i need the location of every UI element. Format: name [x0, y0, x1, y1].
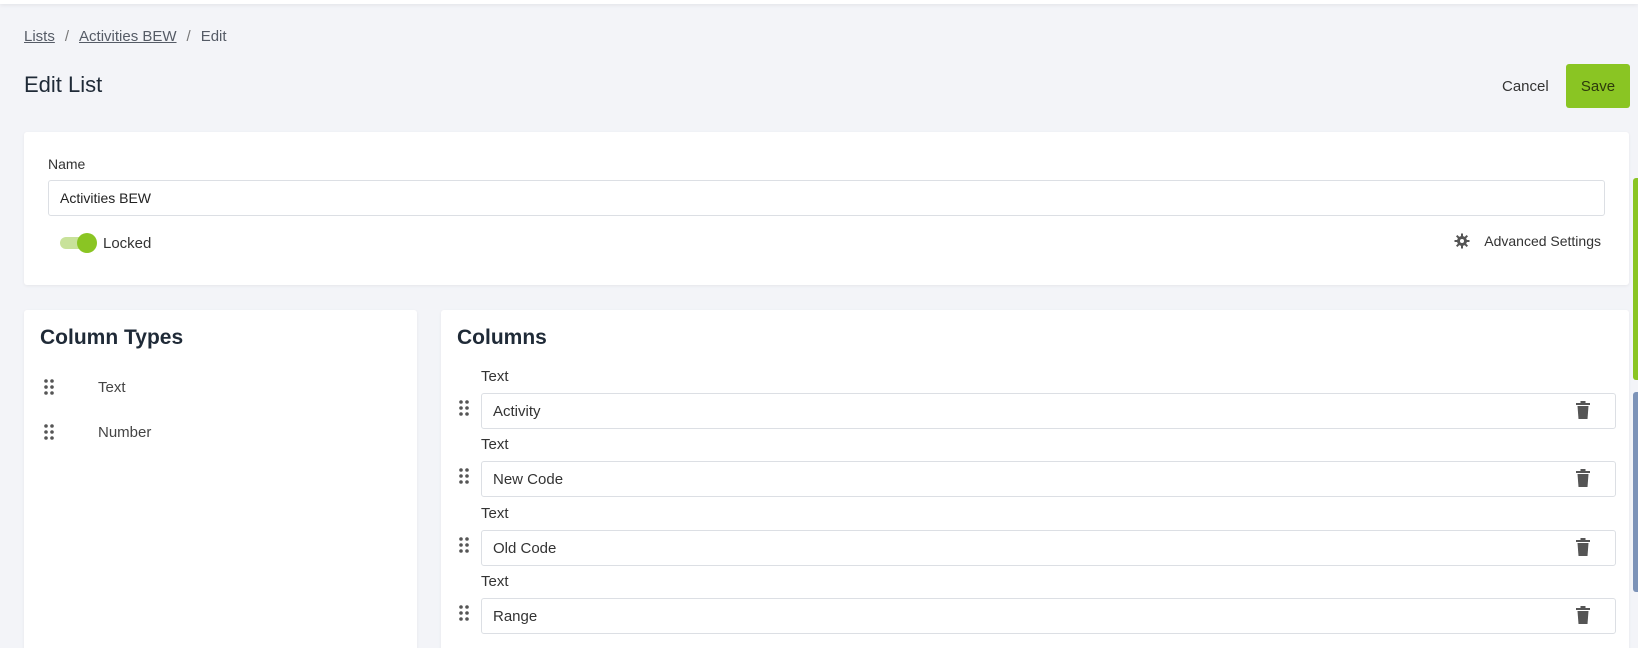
gear-icon: [1454, 233, 1470, 249]
columns-panel: Columns Text Text Text Text: [441, 310, 1629, 648]
column-name-input[interactable]: [481, 393, 1616, 429]
columns-title: Columns: [457, 326, 547, 349]
column-name-input[interactable]: [481, 598, 1616, 634]
page-title: Edit List: [24, 72, 103, 97]
column-row: [459, 530, 1616, 566]
breadcrumb-separator: /: [186, 28, 191, 45]
drag-handle-icon: [40, 424, 58, 440]
column-type-label: Number: [98, 423, 152, 441]
column-type-item-number[interactable]: Number: [40, 417, 400, 447]
top-bar: [0, 0, 1638, 4]
trash-icon[interactable]: [1576, 538, 1590, 558]
name-label: Name: [48, 156, 86, 172]
cancel-button[interactable]: Cancel: [1490, 64, 1561, 108]
trash-icon[interactable]: [1576, 469, 1590, 489]
column-row: [459, 598, 1616, 634]
column-types-title: Column Types: [40, 326, 184, 349]
drag-handle-icon: [40, 379, 58, 395]
column-type-label: Text: [481, 573, 509, 590]
breadcrumb-link-list[interactable]: Activities BEW: [79, 28, 177, 45]
column-type-item-text[interactable]: Text: [40, 372, 400, 402]
breadcrumb-separator: /: [64, 28, 70, 45]
column-name-input[interactable]: [481, 530, 1616, 566]
column-types-panel: Column Types Text Number: [24, 310, 417, 648]
name-card: Name Locked Advanced Settings: [24, 132, 1629, 285]
name-input[interactable]: [48, 180, 1605, 216]
breadcrumb-current: Edit: [200, 28, 227, 45]
column-type-label: Text: [481, 505, 509, 522]
breadcrumb: Lists / Activities BEW / Edit: [24, 28, 227, 45]
save-button[interactable]: Save: [1566, 64, 1630, 108]
drag-handle-icon[interactable]: [459, 468, 473, 488]
column-row: [459, 393, 1616, 429]
column-type-label: Text: [481, 436, 509, 453]
drag-handle-icon[interactable]: [459, 400, 473, 420]
side-tab-accent[interactable]: [1633, 178, 1638, 380]
trash-icon[interactable]: [1576, 401, 1590, 421]
advanced-settings-button[interactable]: Advanced Settings: [1454, 233, 1601, 249]
toggle-thumb: [77, 233, 97, 253]
trash-icon[interactable]: [1576, 606, 1590, 626]
drag-handle-icon[interactable]: [459, 605, 473, 625]
column-row: [459, 461, 1616, 497]
breadcrumb-link-lists[interactable]: Lists: [24, 28, 55, 45]
column-name-input[interactable]: [481, 461, 1616, 497]
locked-label: Locked: [103, 235, 152, 252]
advanced-settings-label: Advanced Settings: [1484, 233, 1601, 249]
column-type-label: Text: [481, 368, 509, 385]
locked-toggle[interactable]: [60, 232, 98, 254]
drag-handle-icon[interactable]: [459, 537, 473, 557]
column-type-label: Text: [98, 378, 126, 396]
side-tab-accent[interactable]: [1633, 392, 1638, 592]
